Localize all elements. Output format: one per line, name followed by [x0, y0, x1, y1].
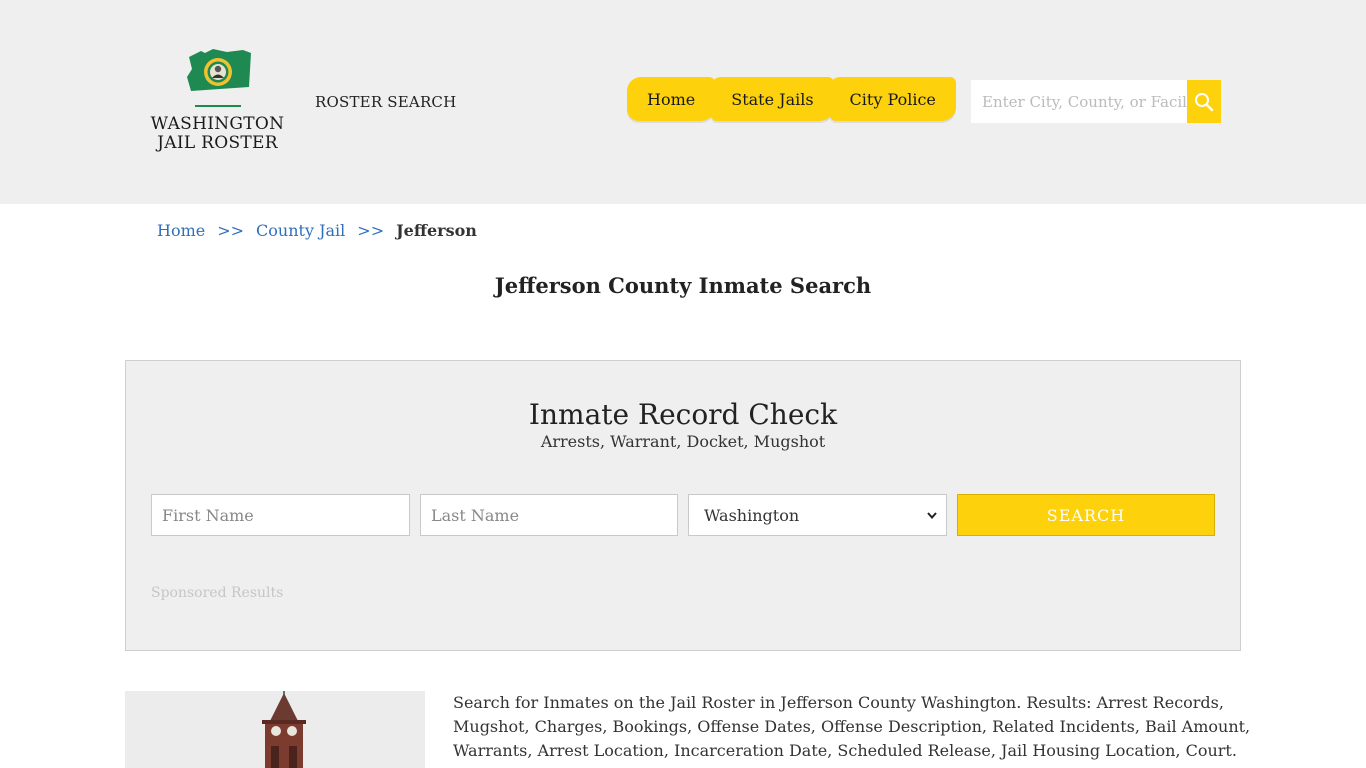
- clock-tower-image: [125, 691, 425, 768]
- roster-search-link[interactable]: ROSTER SEARCH: [315, 93, 456, 111]
- site-search: [971, 80, 1221, 123]
- main-nav: Home State Jails City Police: [627, 77, 956, 121]
- record-check-title: Inmate Record Check: [528, 398, 838, 431]
- breadcrumb-home[interactable]: Home: [157, 221, 205, 240]
- page-title: Jefferson County Inmate Search: [494, 273, 872, 298]
- nav-city-police[interactable]: City Police: [829, 77, 956, 121]
- page-description: Search for Inmates on the Jail Roster in…: [453, 693, 1251, 760]
- breadcrumb-current: Jefferson: [396, 221, 477, 240]
- magnifier-icon: [1195, 92, 1214, 111]
- logo-divider: [195, 105, 241, 107]
- sponsored-results-label: Sponsored Results: [151, 585, 284, 601]
- site-search-input[interactable]: [971, 80, 1187, 123]
- state-select-value: Washington: [704, 505, 800, 525]
- breadcrumb-separator: >>: [217, 221, 245, 240]
- washington-flag-icon: [187, 49, 251, 91]
- state-select[interactable]: Washington: [688, 494, 947, 536]
- record-check-subtitle: Arrests, Warrant, Docket, Mugshot: [540, 432, 826, 451]
- logo-line-2: JAIL ROSTER: [157, 133, 278, 153]
- chevron-down-icon: [927, 512, 937, 520]
- last-name-input[interactable]: [420, 494, 678, 536]
- breadcrumb-county-jail[interactable]: County Jail: [256, 221, 345, 240]
- courthouse-photo: [125, 691, 425, 768]
- logo-text: WASHINGTON JAIL ROSTER: [150, 115, 285, 153]
- site-search-button[interactable]: [1187, 80, 1221, 123]
- breadcrumb: Home >> County Jail >> Jefferson: [157, 221, 477, 240]
- site-header: WASHINGTON JAIL ROSTER ROSTER SEARCH Hom…: [0, 0, 1366, 204]
- record-search-button[interactable]: SEARCH: [957, 494, 1215, 536]
- nav-state-jails[interactable]: State Jails: [711, 77, 834, 121]
- logo-line-1: WASHINGTON: [150, 114, 285, 134]
- first-name-input[interactable]: [151, 494, 410, 536]
- breadcrumb-separator: >>: [357, 221, 385, 240]
- nav-home[interactable]: Home: [627, 77, 716, 121]
- site-logo[interactable]: WASHINGTON JAIL ROSTER: [150, 45, 285, 160]
- record-check-panel: Inmate Record Check Arrests, Warrant, Do…: [125, 360, 1241, 651]
